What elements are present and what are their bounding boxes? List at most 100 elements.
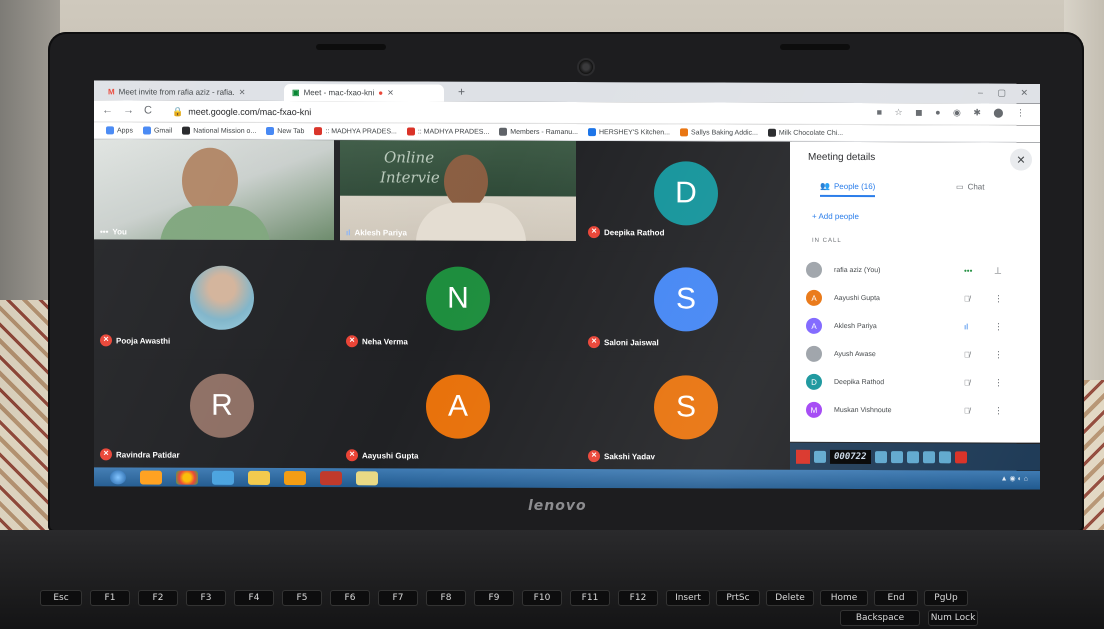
tile-participant[interactable]: S ✕ Sakshi Yadav [582, 361, 792, 466]
key[interactable]: Delete [766, 590, 814, 606]
more-icon: ••• [100, 227, 109, 237]
start-button-icon[interactable] [110, 469, 126, 484]
close-tab-icon[interactable]: ✕ [239, 88, 246, 97]
recorder-tool-button[interactable] [922, 450, 935, 463]
recorder-tool-button[interactable] [890, 450, 903, 463]
nav-buttons[interactable]: ←→C [102, 104, 162, 116]
ie-icon[interactable] [212, 470, 234, 485]
folder-icon[interactable] [248, 470, 270, 485]
key[interactable]: PrtSc [716, 590, 760, 606]
more-options-icon[interactable]: ⋮ [994, 405, 1003, 416]
recording-dot-icon: ● [378, 88, 384, 98]
key[interactable]: F2 [138, 590, 178, 606]
tab-meet-invite[interactable]: M Meet invite from rafia aziz - rafia. ✕ [100, 83, 280, 101]
chrome-icon[interactable] [176, 470, 198, 485]
key[interactable]: F5 [282, 590, 322, 606]
key[interactable]: F1 [90, 590, 130, 606]
recorder-tool-button[interactable] [906, 450, 919, 463]
mic-off-icon: ✕ [100, 334, 112, 347]
key[interactable]: F12 [618, 590, 658, 606]
mic-off-icon: ✕ [100, 448, 112, 461]
reload-icon[interactable]: C [144, 105, 162, 117]
bookmark-new-tab[interactable]: New Tab [266, 126, 304, 135]
pin-icon[interactable]: ⊥ [994, 265, 1002, 276]
people-icon: 👥 [820, 181, 830, 191]
new-tab-button[interactable]: + [458, 85, 465, 99]
participant-name: ✕ Saloni Jaiswal [588, 336, 659, 349]
tile-participant[interactable]: S ✕ Saloni Jaiswal [582, 251, 792, 352]
tile-self-video[interactable]: ••• You [94, 139, 334, 241]
media-player-icon[interactable] [284, 470, 306, 485]
tile-presenter-video[interactable]: Online Intervie ıl Aklesh Pariya [340, 140, 576, 242]
key[interactable]: End [874, 590, 918, 606]
window-controls[interactable]: – ▢ ✕ [978, 87, 1034, 98]
list-item[interactable]: rafia aziz (You) ••• ⊥ [806, 260, 1026, 281]
url-field[interactable]: 🔒 meet.google.com/mac-fxao-kni [172, 104, 902, 123]
participant-name: ✕ Deepika Rathod [588, 226, 664, 239]
firefox-icon[interactable] [140, 470, 162, 485]
list-item[interactable]: M Muskan Vishnoute 🎙̸ ⋮ [806, 400, 1026, 421]
tab-meet[interactable]: ▣ Meet - mac-fxao-kni ● ✕ [284, 84, 444, 102]
key[interactable]: Insert [666, 590, 710, 606]
recorder-tool-button[interactable] [938, 450, 951, 463]
add-people-button[interactable]: + Add people [812, 212, 859, 221]
key[interactable]: F7 [378, 590, 418, 606]
tile-participant[interactable]: A ✕ Aayushi Gupta [340, 360, 576, 466]
close-icon[interactable]: ✕ [1010, 148, 1032, 171]
app-icon[interactable] [356, 470, 378, 485]
bookmark-milk-chocolate[interactable]: Milk Chocolate Chi... [767, 128, 843, 137]
bookmark-madhya-prades-1[interactable]: :: MADHYA PRADES... [314, 127, 397, 136]
more-options-icon[interactable]: ⋮ [994, 349, 1003, 360]
speaking-icon: ıl [346, 228, 351, 238]
bookmark-members[interactable]: Members - Ramanu... [499, 127, 578, 136]
bookmark-apps[interactable]: Apps [106, 126, 133, 135]
more-options-icon[interactable]: ⋮ [994, 377, 1003, 388]
mic-off-icon: ✕ [346, 335, 358, 348]
tile-participant[interactable]: D ✕ Deepika Rathod [582, 141, 792, 242]
bookmark-gmail[interactable]: Gmail [142, 126, 172, 135]
site-icon [679, 128, 688, 137]
mic-off-icon: 🎙̸ [964, 405, 970, 415]
key[interactable]: F11 [570, 590, 610, 606]
key[interactable]: F3 [186, 590, 226, 606]
system-tray[interactable]: ▲ ◉ ◐ ⌂ [1001, 475, 1028, 483]
bookmark-sallys[interactable]: Sallys Baking Addic... [679, 128, 758, 137]
key[interactable]: PgUp [924, 590, 968, 606]
tile-participant[interactable]: R ✕ Ravindra Patidar [94, 359, 334, 465]
key[interactable]: Esc [40, 590, 82, 606]
recorder-tool-button[interactable] [874, 450, 887, 463]
key[interactable]: Num Lock [928, 610, 978, 626]
recorder-close-button[interactable] [954, 450, 967, 463]
apps-icon [106, 126, 114, 135]
bookmark-hershey[interactable]: HERSHEY'S Kitchen... [587, 128, 670, 137]
pause-button[interactable] [814, 450, 826, 463]
board-text: Intervie [380, 168, 440, 187]
bookmark-national-mission[interactable]: National Mission o... [182, 126, 256, 135]
tab-chat[interactable]: ▭ Chat [956, 182, 984, 191]
key[interactable]: F8 [426, 590, 466, 606]
key[interactable]: F10 [522, 590, 562, 606]
list-item[interactable]: A Aklesh Pariya ıl ⋮ [806, 316, 1026, 337]
key[interactable]: Backspace [840, 610, 920, 626]
key[interactable]: F6 [330, 590, 370, 606]
key[interactable]: Home [820, 590, 868, 606]
pdf-reader-icon[interactable] [320, 470, 342, 485]
extension-icons[interactable]: ■ ☆ ◼ ● ◉ ✱ ⬤ ⋮ [877, 107, 1030, 119]
close-tab-icon[interactable]: ✕ [387, 88, 394, 97]
laptop-screen: M Meet invite from rafia aziz - rafia. ✕… [94, 80, 1040, 490]
tile-participant[interactable]: ✕ Pooja Awasthi [94, 249, 334, 351]
bezel-slot [316, 44, 386, 50]
more-options-icon[interactable]: ⋮ [994, 293, 1003, 304]
list-item[interactable]: Ayush Awase 🎙̸ ⋮ [806, 344, 1026, 365]
tab-people[interactable]: 👥 People (16) [820, 181, 876, 198]
more-options-icon[interactable]: ⋮ [994, 321, 1003, 332]
key[interactable]: F9 [474, 590, 514, 606]
forward-icon[interactable]: → [123, 104, 144, 116]
back-icon[interactable]: ← [102, 104, 123, 116]
list-item[interactable]: D Deepika Rathod 🎙̸ ⋮ [806, 372, 1026, 393]
bookmark-madhya-prades-2[interactable]: :: MADHYA PRADES... [406, 127, 489, 136]
tile-participant[interactable]: N ✕ Neha Verma [340, 250, 576, 352]
stop-record-button[interactable] [796, 449, 810, 464]
list-item[interactable]: A Aayushi Gupta 🎙̸ ⋮ [806, 288, 1026, 309]
key[interactable]: F4 [234, 590, 274, 606]
